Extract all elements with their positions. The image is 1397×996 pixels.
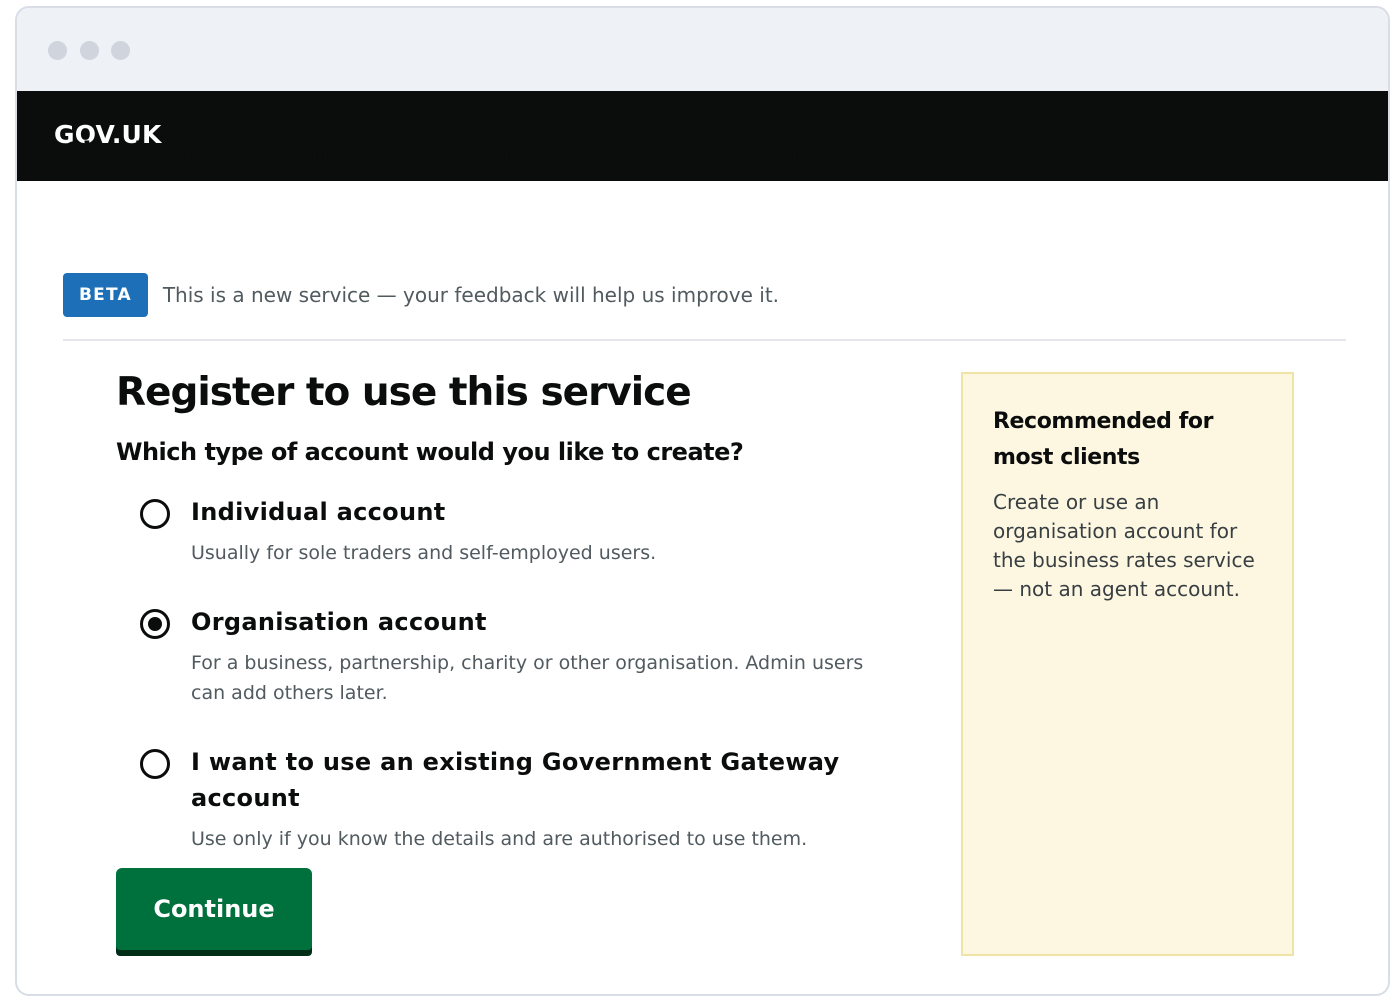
window-control-close[interactable] — [48, 41, 67, 60]
window-control-minimize[interactable] — [80, 41, 99, 60]
radio-hint-existing-gateway: Use only if you know the details and are… — [191, 828, 808, 850]
radio-label-individual[interactable]: Individual account — [191, 494, 876, 530]
service-name[interactable]: Check and challenge your business rates … — [63, 137, 809, 168]
question-legend: Which type of account would you like to … — [116, 438, 744, 466]
phase-banner: BETA This is a new service — your feedba… — [63, 273, 779, 317]
radio-label-existing-gateway[interactable]: I want to use an existing Government Gat… — [191, 744, 876, 816]
radio-button-organisation[interactable] — [140, 609, 170, 639]
window-control-maximize[interactable] — [111, 41, 130, 60]
browser-window: GOV.UK Check and challenge your business… — [15, 6, 1390, 996]
recommendation-panel: Recommended for most clients Create or u… — [961, 372, 1294, 956]
section-divider — [63, 339, 1346, 341]
radio-option-existing-gateway[interactable]: I want to use an existing Government Gat… — [116, 744, 876, 854]
radio-button-existing-gateway[interactable] — [140, 749, 170, 779]
page-title: Register to use this service — [116, 370, 692, 415]
radio-hint-organisation: For a business, partnership, charity or … — [191, 652, 864, 704]
radio-hint-individual: Usually for sole traders and self-employ… — [191, 542, 657, 564]
radio-button-individual[interactable] — [140, 499, 170, 529]
radio-option-organisation[interactable]: Organisation account For a business, par… — [116, 604, 876, 708]
main-content: Register to use this service Which type … — [116, 368, 876, 876]
window-titlebar — [17, 8, 1388, 91]
beta-tag: BETA — [63, 273, 148, 317]
radio-option-individual[interactable]: Individual account Usually for sole trad… — [116, 494, 876, 568]
recommendation-title: Recommended for most clients — [993, 409, 1214, 470]
radio-label-organisation[interactable]: Organisation account — [191, 604, 876, 640]
phase-banner-text: This is a new service — your feedback wi… — [162, 283, 780, 307]
recommendation-body: Create or use an organisation account fo… — [993, 490, 1255, 601]
continue-button[interactable]: Continue — [116, 868, 312, 950]
account-type-radios: Individual account Usually for sole trad… — [116, 494, 876, 854]
